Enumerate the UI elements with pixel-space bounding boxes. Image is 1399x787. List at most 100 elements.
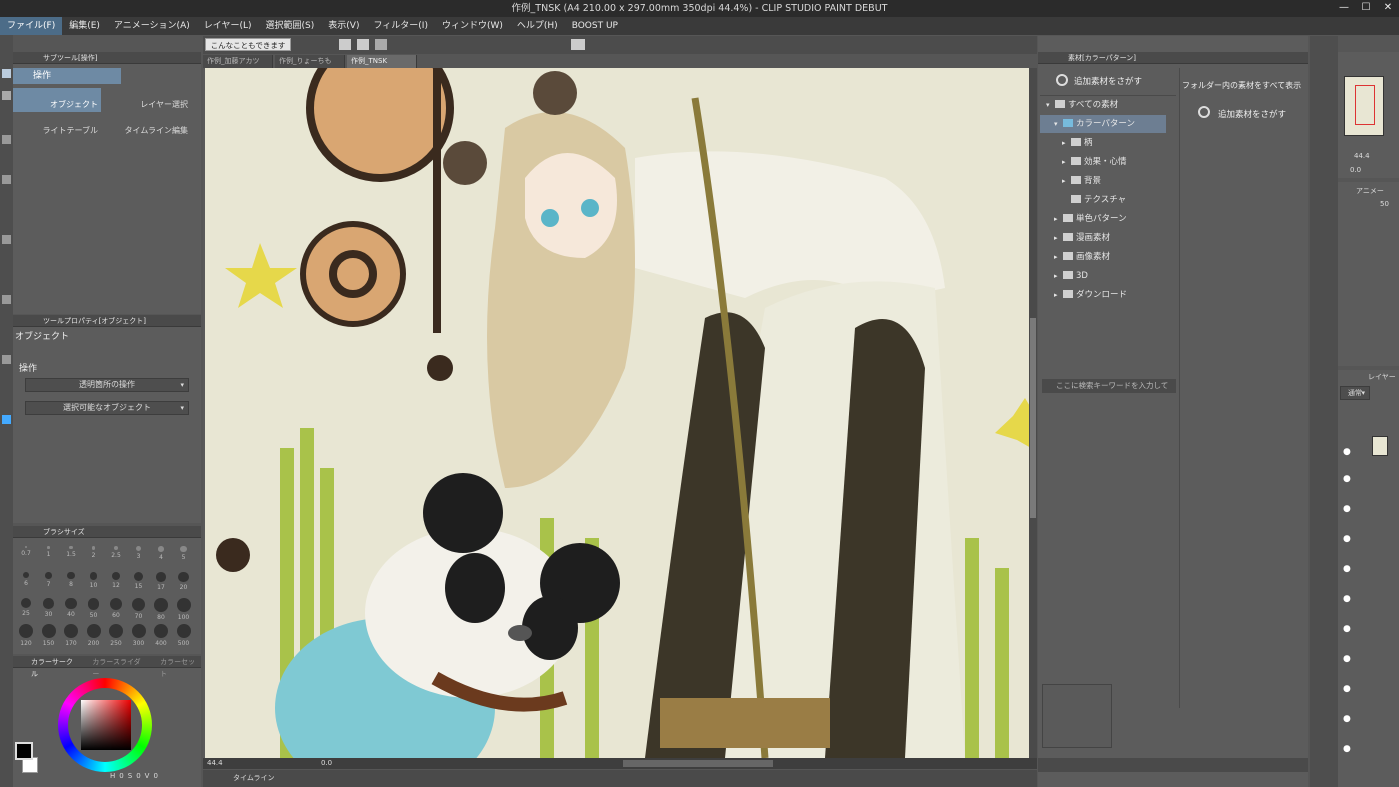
brush-size-item[interactable]: 17 bbox=[152, 572, 170, 591]
tree-manga-material[interactable]: ▸ 漫画素材 bbox=[1040, 229, 1110, 247]
tab-document-1[interactable]: 作例_加藤アカツ bbox=[203, 55, 273, 68]
layer-visibility-icon[interactable]: ● bbox=[1343, 474, 1351, 484]
brush-size-item[interactable]: 250 bbox=[107, 624, 125, 647]
maximize-button[interactable]: ☐ bbox=[1355, 0, 1377, 17]
show-all-in-folder-button[interactable]: フォルダー内の素材をすべて表示 bbox=[1182, 80, 1301, 91]
layer-thumbnail[interactable] bbox=[1372, 436, 1388, 456]
tab-document-2[interactable]: 作例_りょーちも bbox=[275, 55, 345, 68]
subtool-item-object[interactable]: オブジェクト bbox=[13, 88, 101, 112]
fill-tool-icon[interactable] bbox=[2, 295, 11, 304]
material-search-input[interactable]: ここに検索キーワードを入力して bbox=[1042, 379, 1176, 393]
tree-image-material[interactable]: ▸ 画像素材 bbox=[1040, 248, 1110, 266]
tree-mono-pattern[interactable]: ▸ 単色パターン bbox=[1040, 210, 1127, 228]
brush-size-item[interactable]: 12 bbox=[107, 572, 125, 589]
subtool-group-operation[interactable]: 操作 bbox=[13, 68, 121, 84]
brush-size-item[interactable]: 300 bbox=[130, 624, 148, 647]
brush-size-item[interactable]: 400 bbox=[152, 624, 170, 647]
brush-size-item[interactable]: 120 bbox=[17, 624, 35, 647]
brush-size-item[interactable]: 100 bbox=[175, 598, 193, 621]
layer-visibility-icon[interactable]: ● bbox=[1343, 744, 1351, 754]
layer-visibility-icon[interactable]: ● bbox=[1343, 504, 1351, 514]
transparent-operation-dropdown[interactable]: 透明箇所の操作 bbox=[25, 378, 189, 392]
operation-tool-icon[interactable] bbox=[2, 91, 11, 100]
eyedropper-tool-icon[interactable] bbox=[2, 415, 11, 424]
layer-visibility-icon[interactable]: ● bbox=[1343, 684, 1351, 694]
subtool-item-layer-select[interactable]: レイヤー選択 bbox=[103, 88, 191, 112]
subtool-item-timeline-edit[interactable]: タイムライン編集 bbox=[103, 114, 191, 138]
brush-size-item[interactable]: 0.7 bbox=[17, 546, 35, 557]
brush-size-item[interactable]: 6 bbox=[17, 572, 35, 587]
text-tool-icon[interactable] bbox=[2, 355, 11, 364]
brush-size-item[interactable]: 60 bbox=[107, 598, 125, 619]
layer-visibility-icon[interactable]: ● bbox=[1343, 564, 1351, 574]
close-button[interactable]: ✕ bbox=[1377, 0, 1399, 17]
display-settings-icon[interactable] bbox=[571, 39, 585, 50]
tab-document-3[interactable]: 作例_TNSK bbox=[347, 55, 417, 68]
menu-animation[interactable]: アニメーション(A) bbox=[107, 17, 197, 35]
brush-size-item[interactable]: 70 bbox=[130, 598, 148, 620]
menu-layer[interactable]: レイヤー(L) bbox=[197, 17, 259, 35]
horizontal-scrollbar[interactable] bbox=[623, 760, 773, 767]
menu-filter[interactable]: フィルター(I) bbox=[366, 17, 435, 35]
menu-window[interactable]: ウィンドウ(W) bbox=[435, 17, 510, 35]
layer-visibility-icon[interactable]: ● bbox=[1343, 714, 1351, 724]
onion-opacity[interactable]: 50 bbox=[1380, 200, 1389, 208]
brush-size-item[interactable]: 2.5 bbox=[107, 546, 125, 559]
brush-size-item[interactable]: 1.5 bbox=[62, 546, 80, 558]
tree-download[interactable]: ▸ ダウンロード bbox=[1040, 286, 1127, 304]
move-tool-icon[interactable] bbox=[2, 69, 11, 78]
menu-file[interactable]: ファイル(F) bbox=[0, 17, 63, 35]
brush-size-item[interactable]: 10 bbox=[85, 572, 103, 589]
open-file-icon[interactable] bbox=[357, 39, 369, 50]
save-icon[interactable] bbox=[375, 39, 387, 50]
canvas-area[interactable] bbox=[203, 68, 1037, 758]
tree-color-pattern[interactable]: ▾ カラーパターン bbox=[1040, 115, 1166, 133]
tree-all-materials[interactable]: ▾ すべての素材 bbox=[1040, 96, 1166, 114]
menu-selection[interactable]: 選択範囲(S) bbox=[259, 17, 322, 35]
menu-boost-up[interactable]: BOOST UP bbox=[565, 17, 625, 35]
brush-size-item[interactable]: 2 bbox=[85, 546, 103, 559]
subtool-item-lighttable[interactable]: ライトテーブル bbox=[13, 114, 101, 138]
brush-size-item[interactable]: 80 bbox=[152, 598, 170, 621]
tab-color-slider[interactable]: カラースライダー bbox=[92, 656, 160, 678]
selectable-object-dropdown[interactable]: 選択可能なオブジェクト bbox=[25, 401, 189, 415]
artwork-canvas[interactable] bbox=[205, 68, 1031, 758]
timeline-header[interactable]: タイムライン bbox=[203, 770, 1037, 787]
layer-visibility-icon[interactable]: ● bbox=[1343, 447, 1351, 457]
angle-readout[interactable]: 0.0 bbox=[321, 759, 332, 767]
brush-size-item[interactable]: 4 bbox=[152, 546, 170, 561]
menu-view[interactable]: 表示(V) bbox=[321, 17, 366, 35]
main-color-swatch[interactable] bbox=[15, 742, 33, 760]
hue-ring[interactable] bbox=[58, 678, 152, 772]
brush-tool-icon[interactable] bbox=[2, 235, 11, 244]
tree-effect-emotion[interactable]: ▸ 効果・心情 bbox=[1040, 153, 1127, 171]
layer-visibility-icon[interactable]: ● bbox=[1343, 654, 1351, 664]
new-file-icon[interactable] bbox=[339, 39, 351, 50]
brush-size-item[interactable]: 25 bbox=[17, 598, 35, 617]
menu-help[interactable]: ヘルプ(H) bbox=[510, 17, 565, 35]
tab-color-circle[interactable]: カラーサークル bbox=[31, 656, 92, 678]
find-more-materials-button-2[interactable]: 追加素材をさがす bbox=[1218, 108, 1286, 120]
zoom-readout[interactable]: 44.4 bbox=[207, 759, 223, 767]
vertical-scrollbar[interactable] bbox=[1029, 68, 1037, 758]
saturation-value-square[interactable] bbox=[81, 700, 131, 750]
selection-tool-icon[interactable] bbox=[2, 135, 11, 144]
brush-size-item[interactable]: 170 bbox=[62, 624, 80, 647]
navigator-zoom[interactable]: 44.4 bbox=[1354, 152, 1370, 160]
brush-size-item[interactable]: 1 bbox=[40, 546, 58, 558]
brush-size-item[interactable]: 3 bbox=[130, 546, 148, 560]
brush-size-item[interactable]: 8 bbox=[62, 572, 80, 588]
minimize-button[interactable]: — bbox=[1333, 0, 1355, 17]
brush-size-item[interactable]: 200 bbox=[85, 624, 103, 647]
tree-pattern[interactable]: ▸ 柄 bbox=[1040, 134, 1093, 152]
layer-visibility-icon[interactable]: ● bbox=[1343, 534, 1351, 544]
brush-size-item[interactable]: 40 bbox=[62, 598, 80, 618]
navigator-angle[interactable]: 0.0 bbox=[1350, 166, 1361, 174]
layer-visibility-icon[interactable]: ● bbox=[1343, 594, 1351, 604]
hint-button[interactable]: こんなこともできます bbox=[205, 38, 291, 51]
brush-size-item[interactable]: 50 bbox=[85, 598, 103, 619]
brush-size-item[interactable]: 150 bbox=[40, 624, 58, 647]
brush-size-item[interactable]: 5 bbox=[175, 546, 193, 561]
brush-size-item[interactable]: 500 bbox=[175, 624, 193, 647]
blend-mode-dropdown[interactable]: 通常 bbox=[1340, 386, 1370, 400]
